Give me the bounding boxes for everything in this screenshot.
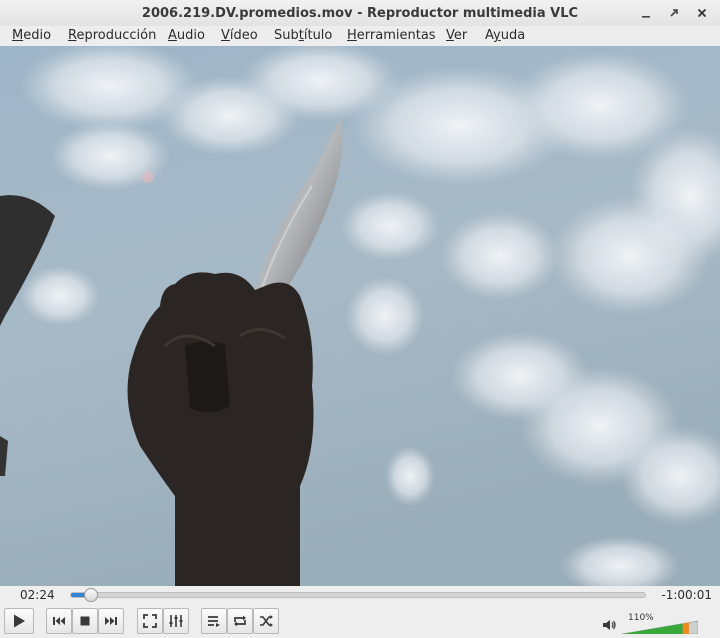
volume-slider[interactable] [622,615,698,634]
play-icon [14,614,25,628]
maximize-icon [670,9,678,17]
elapsed-time[interactable]: 02:24 [20,588,55,602]
fullscreen-icon [143,614,157,628]
stop-icon [80,616,90,626]
remaining-time[interactable]: -1:00:01 [661,588,712,602]
video-area[interactable] [0,46,720,586]
playlist-button[interactable] [201,608,227,634]
next-button[interactable] [98,608,124,634]
close-icon [697,8,707,18]
seek-handle[interactable] [83,588,98,602]
menu-herramientas[interactable]: Herramientas [347,28,436,43]
stop-button[interactable] [72,608,98,634]
fullscreen-button[interactable] [137,608,163,634]
window-title: 2006.219.DV.promedios.mov - Reproductor … [141,5,579,21]
seek-slider[interactable] [70,588,646,602]
previous-icon [53,617,65,625]
title-bar: 2006.219.DV.promedios.mov - Reproductor … [0,0,720,26]
menu-medio[interactable]: Medio [12,28,51,43]
shuffle-icon [260,615,273,627]
previous-button[interactable] [46,608,72,634]
menu-reproduccion[interactable]: Reproducción [68,28,156,43]
menu-subtitulo[interactable]: Subtítulo [274,28,332,43]
seek-row: 02:24 -1:00:01 [0,586,720,604]
video-frame [0,46,720,586]
play-button[interactable] [4,608,34,634]
extended-settings-button[interactable] [163,608,189,634]
equalizer-icon [169,615,183,627]
loop-button[interactable] [227,608,253,634]
menu-ver[interactable]: Ver [446,28,467,43]
loop-icon [234,615,246,627]
close-button[interactable] [693,4,711,22]
next-icon [105,617,117,625]
menu-ayuda[interactable]: Ayuda [485,28,525,43]
menu-audio[interactable]: Audio [168,28,205,43]
random-button[interactable] [253,608,279,634]
minimize-button[interactable] [637,4,655,22]
playlist-icon [208,616,220,627]
menu-bar: Medio Reproducción Audio Vídeo Subtítulo… [0,26,720,46]
speaker-icon[interactable] [601,617,617,633]
menu-video[interactable]: Vídeo [221,28,258,43]
volume-overdrive [682,622,689,634]
maximize-button[interactable] [665,4,683,22]
minimize-icon [642,16,650,18]
